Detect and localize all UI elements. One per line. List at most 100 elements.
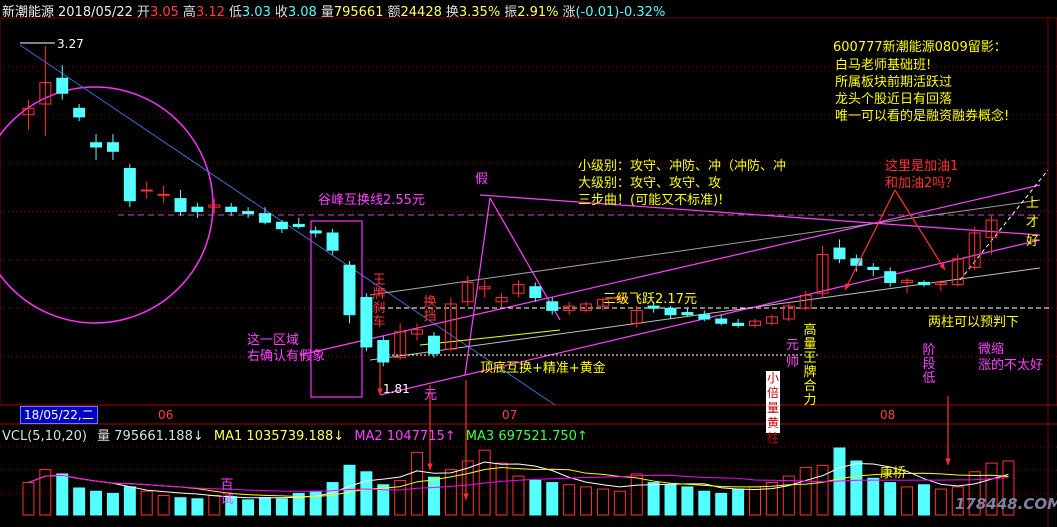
amp-label: 振 bbox=[504, 5, 518, 20]
volume-bar bbox=[799, 466, 812, 516]
volume-bar bbox=[884, 482, 897, 516]
volume-bar bbox=[732, 488, 745, 516]
volume-bar bbox=[816, 464, 829, 516]
volume-bar bbox=[157, 495, 170, 516]
change-value: (-0.01)-0.32% bbox=[575, 5, 666, 20]
two-columns-label: 两柱可以预判下 bbox=[928, 315, 1020, 330]
candle bbox=[546, 301, 559, 311]
volume-bar bbox=[934, 488, 947, 516]
yellow-line bbox=[419, 329, 561, 346]
ma2-value: 1047715↑ bbox=[386, 429, 456, 444]
dao-label: 才 bbox=[1026, 215, 1040, 230]
ma1-value: 1035739.188↓ bbox=[246, 429, 345, 444]
volume-header: VCL(5,10,20) 量 795661.188↓ MA1 1035739.1… bbox=[2, 429, 588, 445]
volume-bar bbox=[242, 499, 255, 516]
little-double-label: 小倍量黄柱 bbox=[766, 371, 779, 445]
arrow-head bbox=[939, 263, 945, 270]
candle bbox=[73, 107, 86, 118]
region-note: 这一区域 右确认有假象 bbox=[247, 333, 325, 365]
turnover-value: 3.35% bbox=[458, 5, 501, 20]
volume-bar bbox=[698, 490, 711, 516]
fake-label: 假 bbox=[475, 172, 489, 187]
hao-label: 好 bbox=[1026, 234, 1040, 249]
open-label: 开 bbox=[136, 5, 150, 20]
levels-note: 小级别：攻守、冲防、冲（冲防、冲 大级别：攻守、攻守、攻 三步曲！(可能又不标准… bbox=[578, 158, 786, 209]
refuel-line-1: 这里是加油1 bbox=[885, 159, 959, 174]
candle bbox=[884, 271, 897, 283]
volume-bar bbox=[191, 498, 204, 516]
volume-bar bbox=[259, 497, 271, 516]
volume-bar bbox=[208, 495, 221, 516]
volume-bar bbox=[512, 475, 525, 516]
tiny-line-2: 涨的不太好 bbox=[978, 358, 1044, 373]
yuan-label-1: 元 bbox=[424, 388, 438, 403]
volume-bar bbox=[106, 492, 119, 516]
low-price-label: 1.81 bbox=[383, 382, 410, 396]
tiny-note: 微缩 涨的不太好 bbox=[978, 342, 1043, 374]
arrow-head bbox=[463, 493, 469, 500]
volume-bar bbox=[901, 486, 914, 516]
yuan-label-2: 元 bbox=[786, 338, 800, 353]
candle bbox=[106, 142, 119, 152]
volume-bar bbox=[495, 462, 508, 516]
quote-header: 新潮能源 2018/05/22 开3.05 高3.12 低3.03 收3.08 量79566… bbox=[2, 1, 669, 20]
volume-bar bbox=[56, 473, 69, 516]
volume-bar bbox=[360, 471, 373, 516]
date-07: 07 bbox=[502, 408, 518, 422]
volume-bar bbox=[782, 475, 795, 516]
candle bbox=[664, 307, 677, 316]
note-line-2: 所属板块前期活跃过 bbox=[835, 75, 953, 90]
date-06: 06 bbox=[158, 408, 174, 422]
candle bbox=[174, 198, 187, 213]
volume-bar bbox=[529, 479, 542, 516]
note-title: 600777新潮能源0809留影： bbox=[833, 40, 1007, 55]
close-value: 3.08 bbox=[287, 5, 317, 20]
ma3-label: MA3 bbox=[465, 429, 495, 444]
candle bbox=[732, 322, 745, 326]
note-line-3: 龙头个股近日有回落 bbox=[835, 92, 953, 107]
candle bbox=[360, 297, 373, 348]
candle bbox=[292, 223, 305, 228]
high-label: 高 bbox=[182, 5, 196, 20]
channel-line-4 bbox=[369, 199, 1041, 296]
bottom-swap-label: 顶底互换+精准+黄金 bbox=[480, 361, 606, 376]
shuai-label: 帅 bbox=[786, 355, 800, 370]
high-price-label: 3.27 bbox=[57, 37, 84, 51]
levels-line-1: 小级别：攻守、冲防、冲（冲防、冲 bbox=[578, 159, 787, 174]
candle bbox=[225, 206, 238, 212]
candle bbox=[123, 168, 136, 202]
amp-value: 2.91% bbox=[517, 5, 559, 20]
quote-date: 2018/05/22 bbox=[58, 5, 133, 20]
candle bbox=[343, 264, 356, 316]
stage-low-label: 阶段低 bbox=[922, 343, 936, 386]
amount-label: 额 bbox=[387, 5, 401, 20]
candle bbox=[275, 221, 288, 230]
note-lines: 白马老师基础班! 所属板块前期活跃过 龙头个股近日有回落 唯一可以看的是融资融券… bbox=[835, 57, 1009, 125]
volume-bar bbox=[917, 484, 930, 516]
candle bbox=[698, 314, 711, 320]
region-line-2: 右确认有假象 bbox=[247, 349, 326, 364]
volume-bar bbox=[275, 498, 288, 516]
volume-bar bbox=[546, 482, 559, 516]
candle bbox=[259, 213, 271, 223]
kangqiao-label: 康桥 bbox=[880, 466, 907, 481]
channel-line-1 bbox=[369, 267, 1041, 361]
little-double-box: 小倍量黄柱 bbox=[766, 371, 780, 445]
candle bbox=[681, 312, 694, 316]
low-value: 3.03 bbox=[241, 5, 271, 20]
note-line-4: 唯一可以看的是融资融券概念! bbox=[835, 109, 1010, 124]
high-value: 3.12 bbox=[195, 5, 225, 20]
vol-label: 量 bbox=[97, 429, 111, 444]
region-line-1: 这一区域 bbox=[247, 333, 300, 348]
turnover-label: 换 bbox=[445, 5, 459, 20]
volume-bar bbox=[664, 484, 677, 516]
volume-bar bbox=[90, 490, 103, 516]
ma2-label: MA2 bbox=[354, 429, 383, 444]
volume-bar bbox=[580, 486, 593, 516]
volume-bar bbox=[596, 488, 609, 516]
candle bbox=[427, 335, 440, 354]
volume-bar bbox=[326, 482, 339, 516]
date-cursor: 18/05/22,二 bbox=[20, 406, 98, 424]
change-gear-label: 换挡 bbox=[423, 295, 437, 324]
date-08: 08 bbox=[880, 408, 896, 422]
